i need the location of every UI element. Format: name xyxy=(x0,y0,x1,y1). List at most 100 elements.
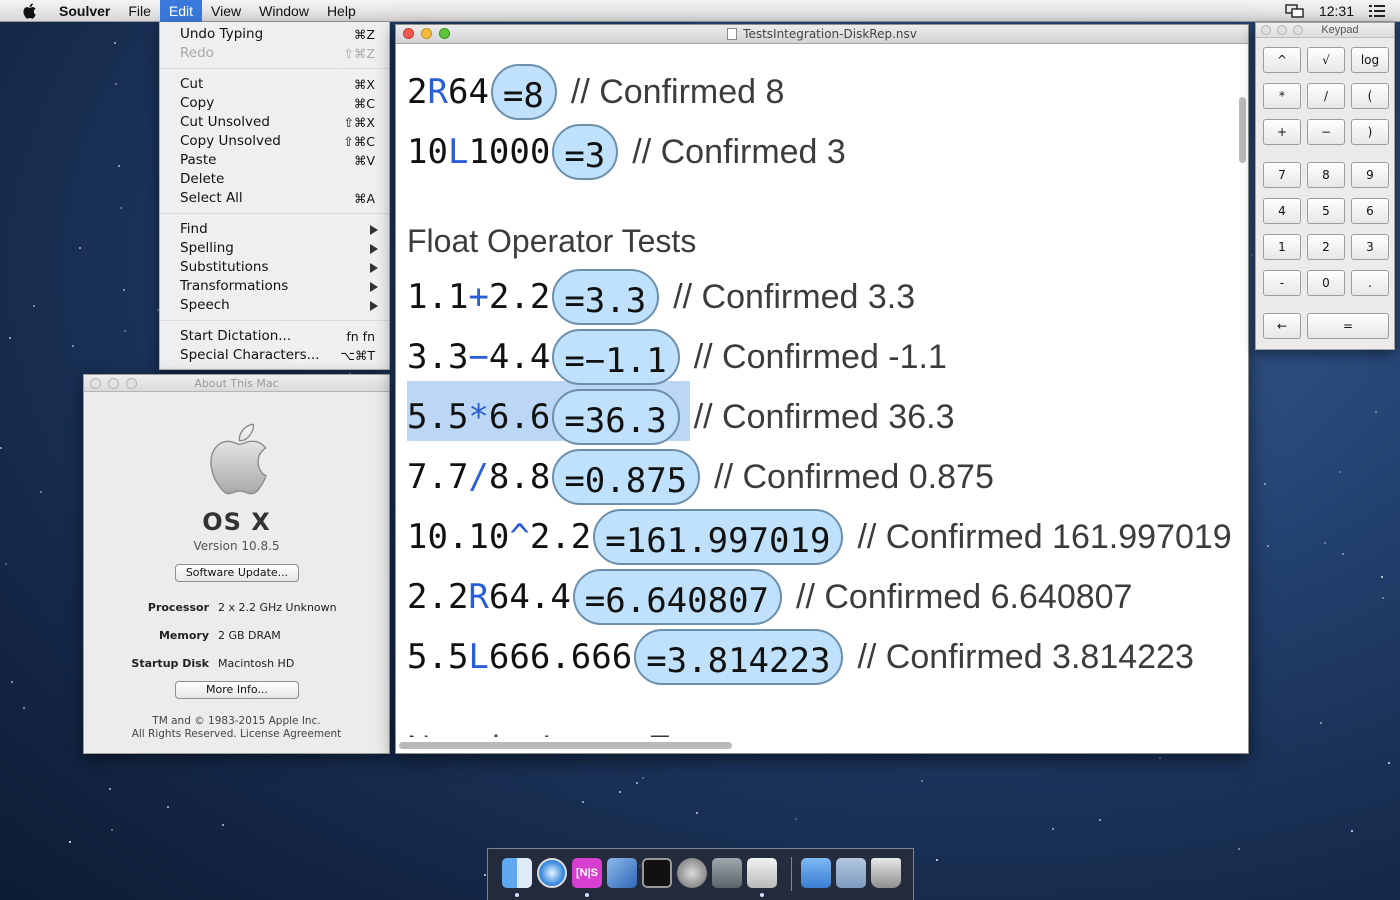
answer-token[interactable]: =−1.1 xyxy=(552,329,680,385)
star xyxy=(1251,254,1253,256)
minimize-button[interactable] xyxy=(1277,25,1287,35)
network-utility-icon[interactable] xyxy=(712,858,742,888)
vertical-scrollbar[interactable] xyxy=(1239,97,1246,163)
zoom-button[interactable] xyxy=(126,378,137,389)
key-1[interactable]: 1 xyxy=(1263,234,1301,260)
menu-window[interactable]: Window xyxy=(250,0,318,22)
software-update-button[interactable]: Software Update... xyxy=(175,564,299,582)
more-info-button[interactable]: More Info... xyxy=(175,681,299,699)
answer-token[interactable]: =0.875 xyxy=(552,449,701,505)
menu-help[interactable]: Help xyxy=(318,0,365,22)
key-9[interactable]: 9 xyxy=(1351,162,1389,188)
menu-item-transformations[interactable]: Transformations xyxy=(160,277,389,296)
menu-view[interactable]: View xyxy=(202,0,250,22)
menu-item-find[interactable]: Find xyxy=(160,220,389,239)
zoom-button[interactable] xyxy=(1293,25,1303,35)
key-sqrt[interactable]: √ xyxy=(1307,47,1345,73)
answer-token[interactable]: =8 xyxy=(490,64,557,120)
downloads-folder-icon[interactable] xyxy=(836,858,866,888)
menu-item-special-characters[interactable]: Special Characters... ⌥⌘T xyxy=(160,346,389,365)
zoom-button[interactable] xyxy=(439,28,450,39)
key-4[interactable]: 4 xyxy=(1263,198,1301,224)
line-comment: // Confirmed 6.640807 xyxy=(796,577,1133,616)
calc-line[interactable]: 10.10^2.2 =161.997019 // Confirmed 161.9… xyxy=(407,509,1232,565)
calc-line[interactable]: 5.5L666.666 =3.814223 // Confirmed 3.814… xyxy=(407,629,1194,685)
minimize-button[interactable] xyxy=(108,378,119,389)
star xyxy=(1320,722,1322,724)
key-negate[interactable]: - xyxy=(1263,270,1301,296)
apple-menu-icon[interactable] xyxy=(20,2,38,20)
answer-token[interactable]: =3.3 xyxy=(552,269,660,325)
close-button[interactable] xyxy=(90,378,101,389)
key-3[interactable]: 3 xyxy=(1351,234,1389,260)
star xyxy=(1267,545,1269,547)
menubar-clock[interactable]: 12:31 xyxy=(1319,3,1354,19)
menu-item-cut-unsolved[interactable]: Cut Unsolved ⇧⌘X xyxy=(160,113,389,132)
menu-item-substitutions[interactable]: Substitutions xyxy=(160,258,389,277)
menu-item-speech[interactable]: Speech xyxy=(160,296,389,315)
menu-item-delete[interactable]: Delete xyxy=(160,170,389,189)
calc-line-selected[interactable]: 5.5*6.6 =36.3 // Confirmed 36.3 xyxy=(407,389,954,445)
menu-item-cut[interactable]: Cut ⌘X xyxy=(160,75,389,94)
key-close-paren[interactable]: ) xyxy=(1351,119,1389,145)
calc-line[interactable]: 1.1+2.2 =3.3 // Confirmed 3.3 xyxy=(407,269,915,325)
key-8[interactable]: 8 xyxy=(1307,162,1345,188)
minimize-button[interactable] xyxy=(421,28,432,39)
close-button[interactable] xyxy=(403,28,414,39)
menu-item-copy-unsolved[interactable]: Copy Unsolved ⇧⌘C xyxy=(160,132,389,151)
key-log[interactable]: log xyxy=(1351,47,1389,73)
menu-item-select-all[interactable]: Select All ⌘A xyxy=(160,189,389,208)
about-titlebar[interactable]: About This Mac xyxy=(84,375,389,392)
key-divide[interactable]: / xyxy=(1307,83,1345,109)
menu-item-spelling[interactable]: Spelling xyxy=(160,239,389,258)
app-menu-soulver[interactable]: Soulver xyxy=(50,0,119,22)
menu-edit[interactable]: Edit xyxy=(159,0,203,22)
terminal-icon[interactable] xyxy=(642,858,672,888)
answer-token[interactable]: =161.997019 xyxy=(593,509,844,565)
expression: 3.3−4.4 xyxy=(407,337,551,377)
key-multiply[interactable]: * xyxy=(1263,83,1301,109)
key-minus[interactable]: − xyxy=(1307,119,1345,145)
menu-item-paste[interactable]: Paste ⌘V xyxy=(160,151,389,170)
menu-file[interactable]: File xyxy=(119,0,160,22)
calc-line[interactable]: 3.3−4.4 =−1.1 // Confirmed -1.1 xyxy=(407,329,947,385)
instruments-icon[interactable] xyxy=(747,858,777,888)
horizontal-scrollbar[interactable] xyxy=(399,742,732,749)
safari-icon[interactable] xyxy=(537,858,567,888)
menu-item-copy[interactable]: Copy ⌘C xyxy=(160,94,389,113)
key-5[interactable]: 5 xyxy=(1307,198,1345,224)
calc-line[interactable]: 7.7/8.8 =0.875 // Confirmed 0.875 xyxy=(407,449,994,505)
keypad-titlebar[interactable]: Keypad xyxy=(1256,23,1394,38)
display-mirroring-icon[interactable] xyxy=(1285,3,1305,19)
finder-icon[interactable] xyxy=(502,858,532,888)
menu-item-start-dictation[interactable]: Start Dictation... fn fn xyxy=(160,327,389,346)
key-6[interactable]: 6 xyxy=(1351,198,1389,224)
answer-token[interactable]: =36.3 xyxy=(552,389,680,445)
answer-token[interactable]: =3 xyxy=(552,124,619,180)
answer-token[interactable]: =3.814223 xyxy=(634,629,844,685)
calculation-sheet[interactable]: 2R64 =8 // Confirmed 8 10L1000 =3 // Con… xyxy=(396,45,1236,737)
key-plus[interactable]: + xyxy=(1263,119,1301,145)
document-titlebar[interactable]: TestsIntegration-DiskRep.nsv xyxy=(396,25,1248,44)
ns-app-icon[interactable]: [N|S xyxy=(572,858,602,888)
close-button[interactable] xyxy=(1261,25,1271,35)
calc-line[interactable]: 2.2R64.4 =6.640807 // Confirmed 6.640807 xyxy=(407,569,1133,625)
trash-icon[interactable] xyxy=(871,858,901,888)
key-0[interactable]: 0 xyxy=(1307,270,1345,296)
calc-line[interactable]: 10L1000 =3 // Confirmed 3 xyxy=(407,124,846,180)
menu-item-undo-typing[interactable]: Undo Typing ⌘Z xyxy=(160,25,389,44)
calc-line[interactable]: 2R64 =8 // Confirmed 8 xyxy=(407,64,784,120)
key-2[interactable]: 2 xyxy=(1307,234,1345,260)
notification-center-icon[interactable] xyxy=(1368,3,1386,19)
key-7[interactable]: 7 xyxy=(1263,162,1301,188)
key-equals[interactable]: = xyxy=(1307,313,1389,339)
key-backspace[interactable]: ← xyxy=(1263,313,1301,339)
applications-folder-icon[interactable] xyxy=(801,858,831,888)
answer-token[interactable]: =6.640807 xyxy=(572,569,783,625)
key-open-paren[interactable]: ( xyxy=(1351,83,1389,109)
xcode-icon[interactable] xyxy=(607,858,637,888)
license-agreement-link[interactable]: All Rights Reserved. License Agreement xyxy=(84,728,389,741)
key-power[interactable]: ^ xyxy=(1263,47,1301,73)
key-decimal[interactable]: . xyxy=(1351,270,1389,296)
system-preferences-icon[interactable] xyxy=(677,858,707,888)
